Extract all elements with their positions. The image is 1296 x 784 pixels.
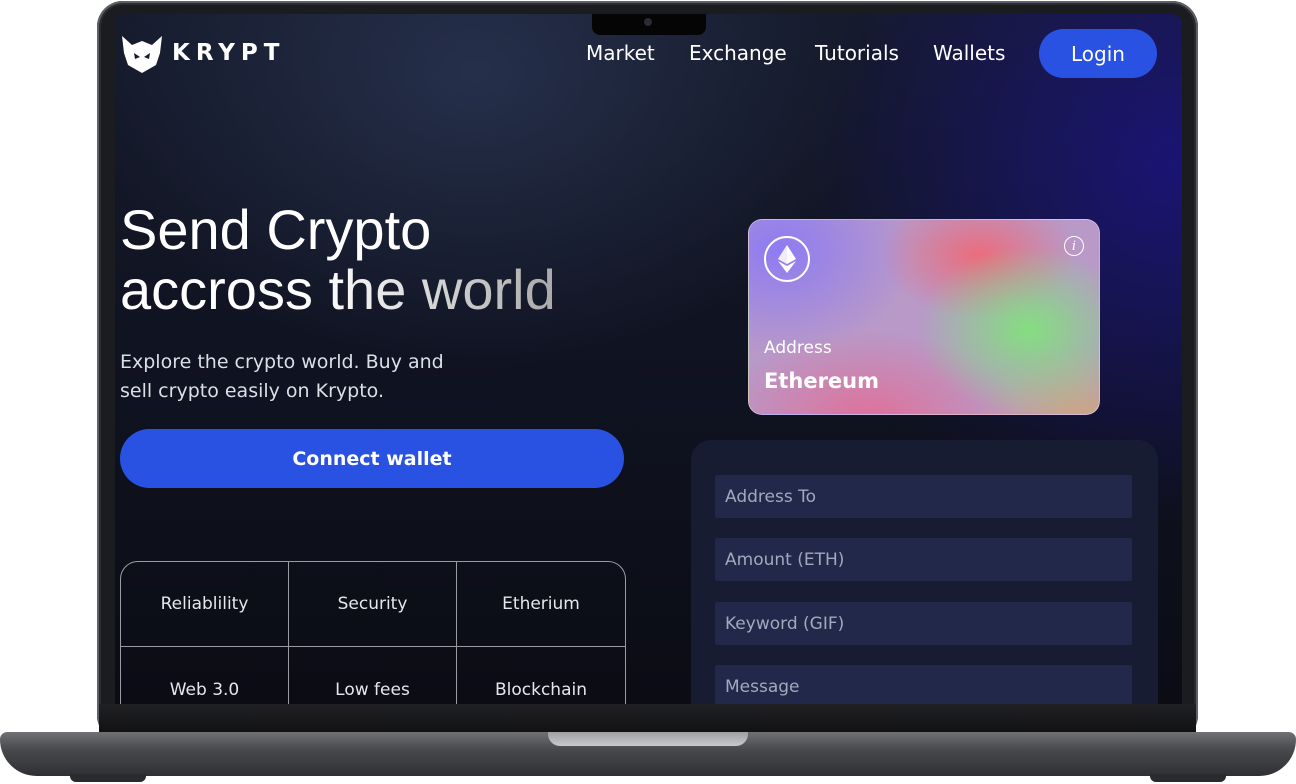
fox-logo-icon: [122, 36, 162, 73]
feature-etherium: Etherium: [457, 562, 625, 647]
screen: KRYPT Market Exchange Tutorials Wallets …: [115, 14, 1182, 704]
laptop-hinge-notch: [548, 732, 748, 746]
connect-wallet-button[interactable]: Connect wallet: [120, 429, 624, 488]
hero-subtitle: Explore the crypto world. Buy and sell c…: [120, 351, 444, 402]
feature-grid: Reliablility Security Etherium Web 3.0 L…: [120, 561, 626, 704]
brand-name: KRYPT: [172, 40, 286, 66]
hero-title: Send Crypto accross the world: [120, 200, 556, 320]
nav-item-wallets[interactable]: Wallets: [933, 41, 1005, 65]
laptop-foot-left: [70, 774, 146, 782]
amount-input[interactable]: [715, 538, 1132, 581]
laptop-chin: [99, 704, 1196, 732]
feature-low-fees: Low fees: [289, 647, 457, 704]
nav-item-market[interactable]: Market: [586, 41, 655, 65]
feature-web3: Web 3.0: [121, 647, 289, 704]
camera-icon: [644, 18, 652, 26]
feature-security: Security: [289, 562, 457, 647]
card-address-label: Address: [764, 338, 832, 358]
address-to-input[interactable]: [715, 475, 1132, 518]
hero-title-line1: Send Crypto: [120, 198, 432, 261]
logo[interactable]: KRYPT: [120, 33, 285, 73]
message-input[interactable]: [715, 665, 1132, 704]
nav-item-tutorials[interactable]: Tutorials: [815, 41, 899, 65]
laptop-foot-right: [1150, 774, 1226, 782]
nav-item-exchange[interactable]: Exchange: [689, 41, 787, 65]
hero-title-line2: accross the world: [120, 258, 556, 321]
keyword-input[interactable]: [715, 602, 1132, 645]
send-form: [691, 440, 1158, 704]
ethereum-card: i Address Ethereum: [748, 219, 1100, 415]
login-button[interactable]: Login: [1039, 29, 1157, 78]
ethereum-icon: [764, 236, 810, 282]
card-network: Ethereum: [764, 369, 880, 393]
feature-reliability: Reliablility: [121, 562, 289, 647]
info-icon[interactable]: i: [1064, 236, 1084, 256]
camera-notch: [592, 14, 706, 35]
feature-blockchain: Blockchain: [494, 679, 587, 700]
